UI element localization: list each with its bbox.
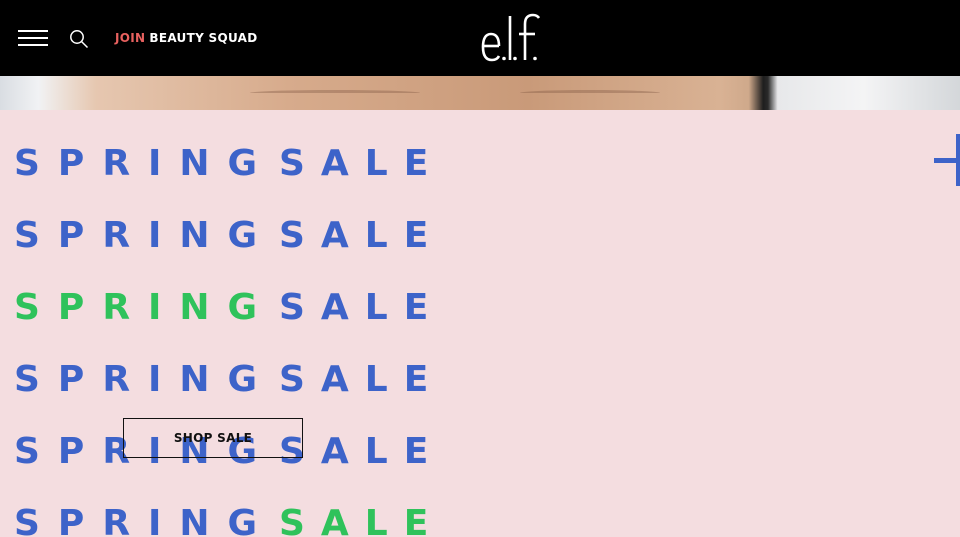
sale-word: SALE: [279, 287, 445, 328]
hero-image-strip: [0, 76, 960, 110]
join-label: JOIN: [115, 31, 146, 45]
search-icon[interactable]: [69, 29, 89, 49]
spring-sale-row: SPRING SALE: [14, 288, 434, 328]
hero-eye-detail: [250, 90, 420, 96]
spring-sale-banner: SPRING SALE SPRING SALE SPRING SALE SPRING SALE…: [0, 110, 960, 537]
spring-word: SPRING: [14, 215, 276, 256]
spring-word: SPRING: [14, 503, 276, 537]
beauty-squad-label: BEAUTY SQUAD: [149, 31, 258, 45]
hamburger-menu-icon[interactable]: [18, 30, 48, 48]
sale-word: SALE: [279, 503, 445, 537]
spring-sale-row: SPRING SALE: [14, 360, 434, 400]
plus-icon[interactable]: [934, 134, 960, 186]
spring-word: SPRING: [14, 359, 276, 400]
spring-word: SPRING: [14, 143, 276, 184]
site-header: JOIN BEAUTY SQUAD: [0, 0, 960, 76]
join-beauty-squad-link[interactable]: JOIN BEAUTY SQUAD: [115, 31, 258, 45]
spring-sale-row: SPRING SALE: [14, 144, 434, 184]
hero-eye-detail: [520, 90, 660, 96]
shop-sale-button[interactable]: SHOP SALE: [123, 418, 303, 458]
elf-logo[interactable]: [479, 12, 545, 64]
sale-word: SALE: [279, 359, 445, 400]
spring-word: SPRING: [14, 287, 276, 328]
spring-sale-row: SPRING SALE: [14, 504, 434, 537]
sale-word: SALE: [279, 431, 445, 472]
spring-sale-row: SPRING SALE: [14, 216, 434, 256]
sale-word: SALE: [279, 215, 445, 256]
sale-word: SALE: [279, 143, 445, 184]
